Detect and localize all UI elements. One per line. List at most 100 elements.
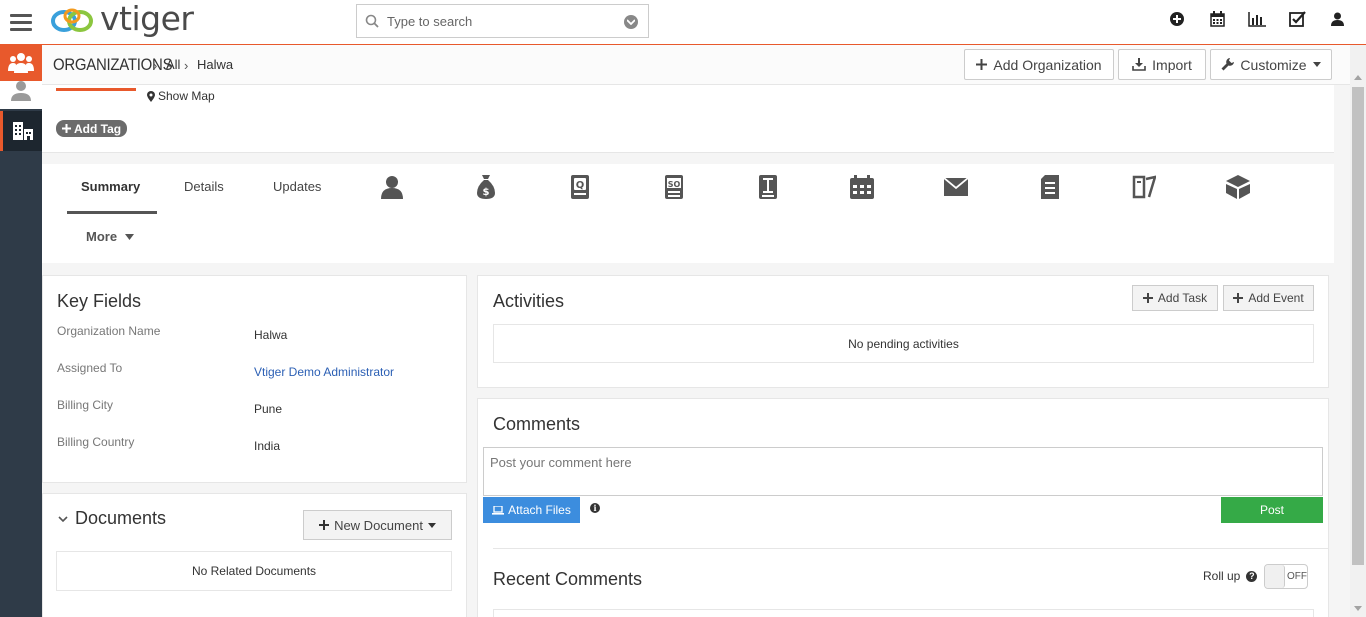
rollup-control: Roll up ? xyxy=(1203,569,1258,583)
toggle-state: OFF xyxy=(1287,571,1307,582)
calendar-icon[interactable] xyxy=(1208,10,1226,28)
field-label: Billing City xyxy=(57,398,114,412)
add-organization-button[interactable]: Add Organization xyxy=(964,49,1114,80)
quotes-icon[interactable]: Q xyxy=(568,175,592,199)
new-document-button[interactable]: New Document xyxy=(303,510,452,540)
add-tag-button[interactable]: Add Tag xyxy=(56,120,128,137)
calendar-icon[interactable] xyxy=(850,175,874,199)
assigned-to-value[interactable]: Vtiger Demo Administrator xyxy=(254,365,394,379)
top-navbar: vtiger xyxy=(0,0,1366,45)
contacts-icon[interactable] xyxy=(380,175,404,199)
breadcrumb: ORGANIZATIONS › All › Halwa Add Organiza… xyxy=(42,45,1350,85)
comments-card: Comments Attach Files i Post Recent Comm… xyxy=(477,398,1329,617)
rollup-toggle[interactable]: OFF xyxy=(1264,564,1308,589)
download-icon xyxy=(1132,58,1146,71)
key-fields-title: Key Fields xyxy=(57,291,142,311)
more-label: More xyxy=(86,229,118,244)
add-tag-label: Add Tag xyxy=(74,121,122,136)
left-sidebar xyxy=(0,45,42,617)
menu-icon[interactable] xyxy=(0,0,42,44)
products-icon[interactable] xyxy=(1226,175,1250,199)
document-icon[interactable] xyxy=(1038,175,1062,199)
plus-icon xyxy=(319,520,330,530)
key-fields-card: Key Fields Organization Name Halwa Assig… xyxy=(42,275,467,483)
tab-summary[interactable]: Summary xyxy=(81,179,140,194)
building-icon[interactable] xyxy=(0,111,42,151)
attach-files-label: Attach Files xyxy=(508,503,571,517)
user-profile-icon[interactable] xyxy=(1328,10,1346,28)
record-accent xyxy=(56,88,136,91)
svg-text:SO: SO xyxy=(668,180,681,189)
chevron-right-icon: › xyxy=(184,58,189,73)
scroll-up-arrow-icon[interactable] xyxy=(1354,75,1362,80)
email-icon[interactable] xyxy=(944,175,968,199)
show-map-link[interactable]: Show Map xyxy=(147,89,215,103)
tickets-icon[interactable] xyxy=(1132,175,1156,199)
svg-text:$: $ xyxy=(483,187,490,198)
chevron-right-icon: › xyxy=(153,58,158,73)
customize-button[interactable]: Customize xyxy=(1210,49,1332,80)
documents-title: Documents xyxy=(75,508,167,528)
record-header: Show Map Add Tag xyxy=(42,85,1334,153)
contacts-rail-icon[interactable] xyxy=(0,81,42,109)
help-icon[interactable]: ? xyxy=(1246,570,1258,582)
attach-files-button[interactable]: Attach Files xyxy=(483,497,580,523)
billing-city-value[interactable]: Pune xyxy=(254,402,282,416)
active-tab-indicator xyxy=(67,211,157,214)
comment-field[interactable] xyxy=(483,447,1323,496)
tasks-icon[interactable] xyxy=(1288,10,1306,28)
billing-country-value[interactable]: India xyxy=(254,439,280,453)
page-scrollbar[interactable] xyxy=(1350,45,1366,617)
record-tabs: Summary Details Updates $ Q SO More xyxy=(42,164,1334,263)
reports-icon[interactable] xyxy=(1248,10,1266,28)
activities-title: Activities xyxy=(493,291,565,311)
rollup-label: Roll up xyxy=(1203,569,1241,583)
info-icon[interactable]: i xyxy=(590,503,600,513)
customize-label: Customize xyxy=(1240,56,1307,73)
organization-name-value[interactable]: Halwa xyxy=(254,328,287,342)
app-logo[interactable]: vtiger xyxy=(50,0,194,40)
scroll-down-arrow-icon[interactable] xyxy=(1354,606,1362,611)
wrench-icon xyxy=(1221,58,1235,71)
tab-details[interactable]: Details xyxy=(184,179,224,194)
breadcrumb-record: Halwa xyxy=(197,57,234,72)
tab-updates[interactable]: Updates xyxy=(273,179,321,194)
logo-text: vtiger xyxy=(100,0,194,38)
import-button[interactable]: Import xyxy=(1118,49,1206,80)
invoice-icon[interactable] xyxy=(756,175,780,199)
show-map-label: Show Map xyxy=(158,89,215,103)
laptop-icon xyxy=(492,505,505,515)
svg-text:Q: Q xyxy=(576,180,585,191)
field-label: Assigned To xyxy=(57,361,123,375)
caret-down-icon xyxy=(427,522,436,528)
more-tabs-dropdown[interactable]: More xyxy=(86,229,135,244)
sales-order-icon[interactable]: SO xyxy=(662,175,686,199)
plus-icon xyxy=(976,59,988,70)
documents-card: Documents New Document No Related Docume… xyxy=(42,493,467,617)
divider xyxy=(493,548,1328,549)
import-label: Import xyxy=(1152,56,1192,73)
map-marker-icon xyxy=(147,90,155,102)
plus-icon xyxy=(1233,293,1244,303)
quick-create-icon[interactable] xyxy=(1168,10,1186,28)
money-bag-icon[interactable]: $ xyxy=(474,175,498,199)
comments-title: Comments xyxy=(493,414,581,434)
add-event-label: Add Event xyxy=(1248,291,1304,305)
add-task-button[interactable]: Add Task xyxy=(1132,285,1218,311)
organizations-module-icon[interactable] xyxy=(0,45,42,81)
global-search[interactable] xyxy=(356,4,649,38)
add-organization-label: Add Organization xyxy=(993,56,1102,73)
post-button[interactable]: Post xyxy=(1221,497,1323,523)
activities-card: Activities Add Task Add Event No pending… xyxy=(477,275,1329,388)
add-event-button[interactable]: Add Event xyxy=(1223,285,1314,311)
chevron-down-icon[interactable] xyxy=(58,516,68,523)
field-label: Organization Name xyxy=(57,324,161,338)
search-icon xyxy=(357,14,387,28)
comment-input[interactable] xyxy=(484,448,1322,495)
search-options-icon[interactable] xyxy=(624,15,638,29)
caret-down-icon xyxy=(125,233,135,240)
documents-empty-state: No Related Documents xyxy=(56,551,452,591)
scroll-thumb[interactable] xyxy=(1352,87,1364,565)
search-input[interactable] xyxy=(387,13,607,29)
breadcrumb-filter[interactable]: All xyxy=(166,57,180,72)
